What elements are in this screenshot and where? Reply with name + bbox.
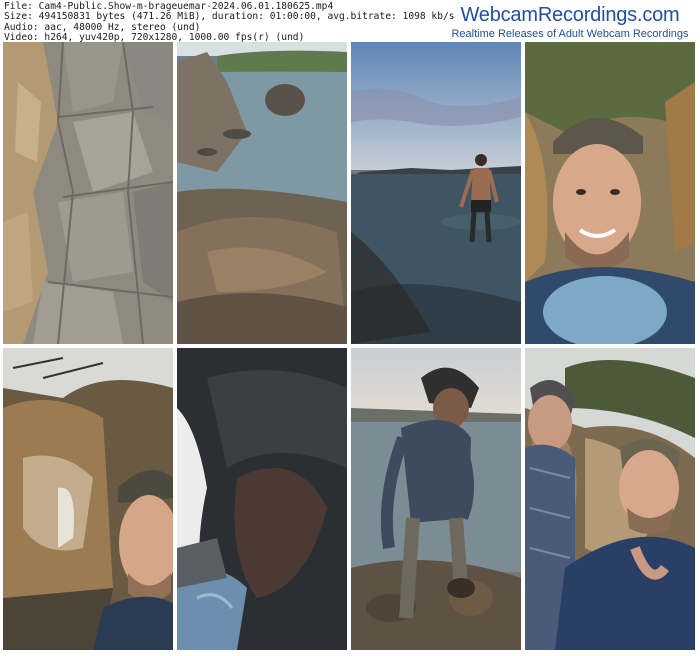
- brand-tagline: Realtime Releases of Adult Webcam Record…: [451, 28, 689, 40]
- thumbnail-1: [3, 42, 173, 344]
- thumbnail-5: [3, 348, 173, 650]
- stone-wall-image: [3, 42, 173, 344]
- brand-logo-text: WebcamRecordings.com: [460, 4, 680, 26]
- thumbnail-3: [351, 42, 521, 344]
- file-metadata: File: Cam4-Public.Show-m-brageuemar-2024…: [4, 1, 455, 43]
- rocky-beach-image: [177, 42, 347, 344]
- contact-sheet: File: Cam4-Public.Show-m-brageuemar-2024…: [0, 0, 700, 656]
- thumbnail-4: [525, 42, 695, 344]
- thumbnail-8: [525, 348, 695, 650]
- man-by-rocks-image: [3, 348, 173, 650]
- thumbnail-6: [177, 348, 347, 650]
- man-in-sea-image: [351, 42, 521, 344]
- thumbnail-7: [351, 348, 521, 650]
- man-on-shore-image: [351, 348, 521, 650]
- close-up-image: [177, 348, 347, 650]
- brand-block: WebcamRecordings.com Realtime Releases o…: [450, 4, 690, 41]
- thumbnail-grid: [3, 42, 697, 652]
- smiling-man-image: [525, 42, 695, 344]
- two-men-selfie-image: [525, 348, 695, 650]
- thumbnail-2: [177, 42, 347, 344]
